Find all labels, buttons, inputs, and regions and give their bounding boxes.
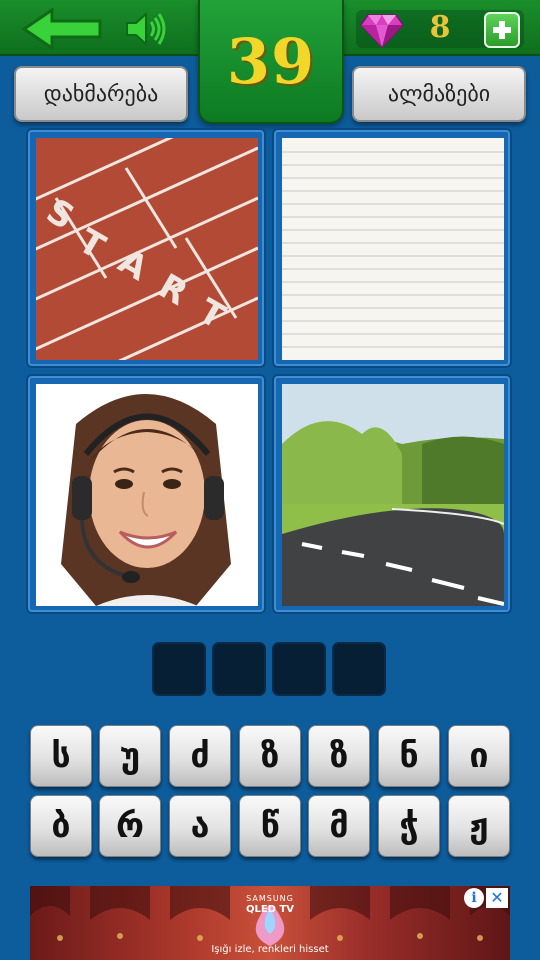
letter-key[interactable]: ი xyxy=(448,725,510,787)
letter-key[interactable]: მ xyxy=(308,795,370,857)
ad-tagline: Işığı izle, renkleri hisset xyxy=(211,944,329,955)
letter-key[interactable]: ა xyxy=(169,795,231,857)
gem-icon xyxy=(360,14,404,49)
letter-key[interactable]: ჭ xyxy=(378,795,440,857)
letter-key[interactable]: ძ xyxy=(169,725,231,787)
letter-key[interactable]: წ xyxy=(239,795,301,857)
speaker-icon[interactable] xyxy=(124,9,168,49)
level-badge: 39 xyxy=(198,0,344,124)
letter-key[interactable]: ს xyxy=(30,725,92,787)
running-track-image: S T A R T xyxy=(36,138,258,360)
answer-row xyxy=(152,642,392,698)
ad-banner[interactable]: SAMSUNG QLED TV Işığı izle, renkleri his… xyxy=(30,886,510,960)
road-image xyxy=(282,384,504,606)
gem-count: 8 xyxy=(429,10,451,45)
add-gems-button[interactable] xyxy=(484,12,520,48)
info-icon[interactable]: i xyxy=(464,888,484,908)
answer-slot[interactable] xyxy=(152,642,206,696)
letter-key[interactable]: ნ xyxy=(378,725,440,787)
picture-running-track[interactable]: S T A R T xyxy=(28,130,264,366)
operator-image xyxy=(36,384,258,606)
answer-slot[interactable] xyxy=(272,642,326,696)
picture-lined-paper[interactable] xyxy=(274,130,510,366)
lined-paper-image xyxy=(282,138,504,360)
help-button[interactable]: დახმარება xyxy=(14,66,188,122)
picture-road[interactable] xyxy=(274,376,510,612)
letter-key[interactable]: რ xyxy=(99,795,161,857)
back-arrow-icon[interactable] xyxy=(22,8,102,50)
gems-button[interactable]: ალმაზები xyxy=(352,66,526,122)
ad-brand: SAMSUNG xyxy=(246,894,294,903)
letter-key[interactable]: ჟ xyxy=(448,795,510,857)
close-icon[interactable]: ✕ xyxy=(486,888,508,908)
letter-key[interactable]: ზ xyxy=(239,725,301,787)
letter-key[interactable]: ბ xyxy=(30,795,92,857)
answer-slot[interactable] xyxy=(332,642,386,696)
letter-key[interactable]: ზ xyxy=(308,725,370,787)
answer-slot[interactable] xyxy=(212,642,266,696)
letter-key[interactable]: უ xyxy=(99,725,161,787)
level-number: 39 xyxy=(226,24,316,98)
picture-operator[interactable] xyxy=(28,376,264,612)
ad-product: QLED TV xyxy=(245,904,295,915)
